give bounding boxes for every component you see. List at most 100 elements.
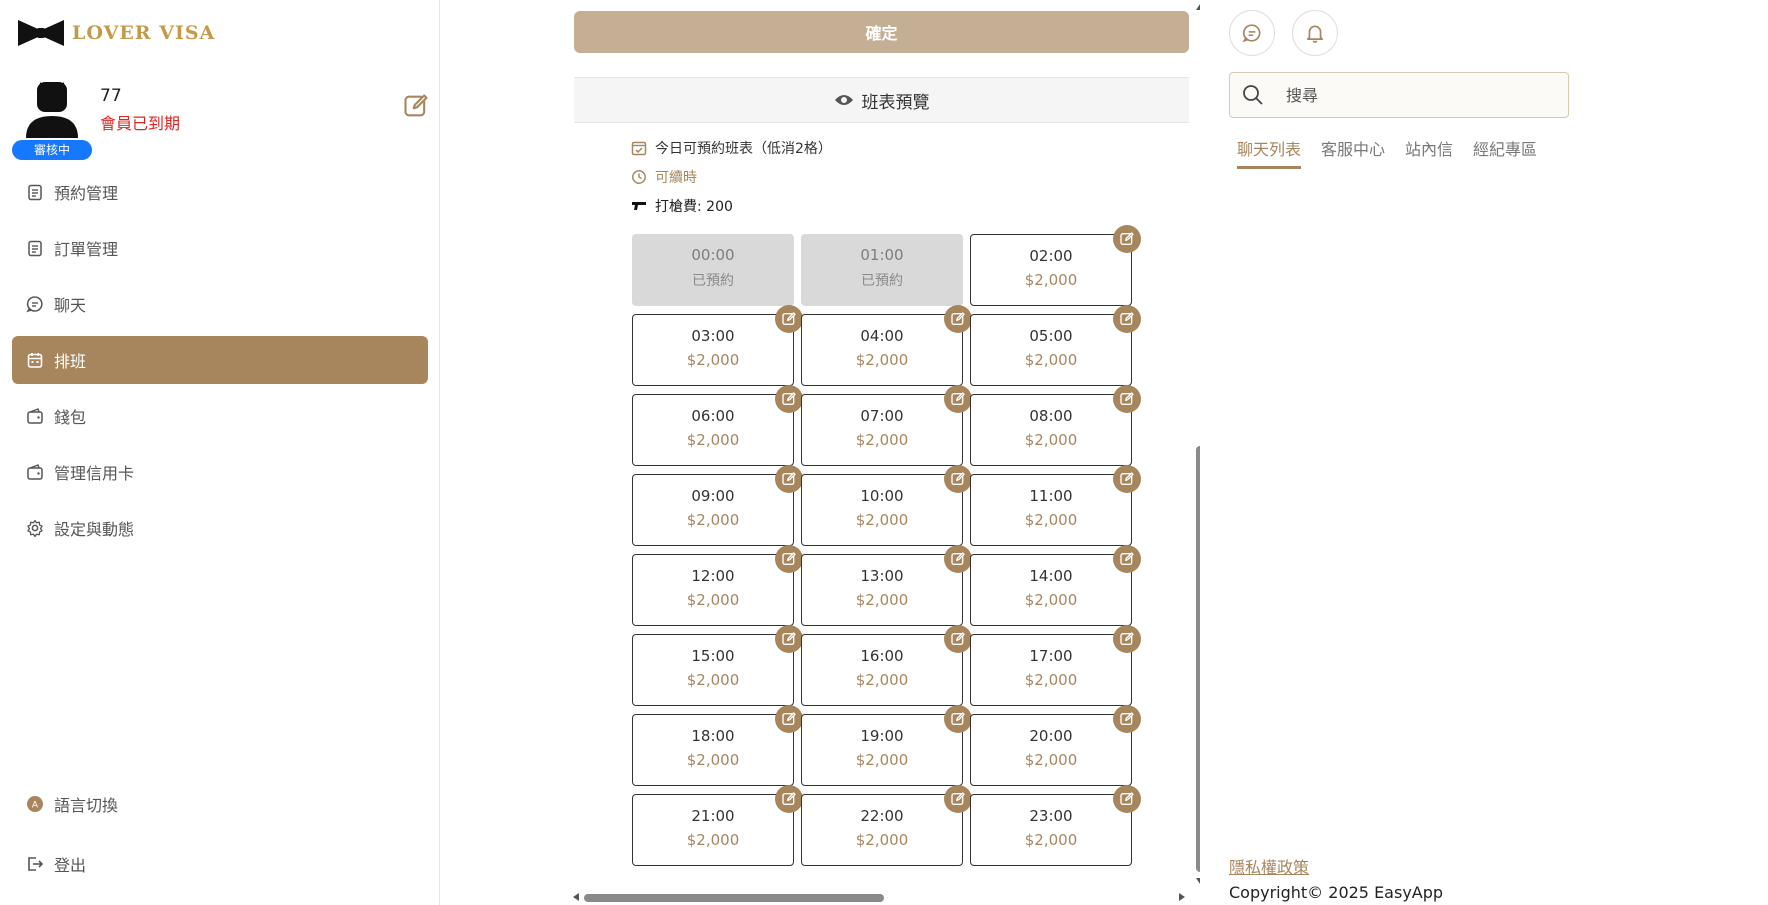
time-slot[interactable]: 13:00 $2,000 (801, 545, 972, 626)
scroll-down-arrow[interactable] (1193, 876, 1200, 886)
clipboard-icon (26, 239, 44, 257)
brand-logo[interactable]: LOVER VISA (18, 18, 215, 48)
sidebar-item-wallet[interactable]: 錢包 (12, 392, 428, 440)
vertical-scrollbar[interactable] (1193, 0, 1200, 890)
slot-time: 15:00 (691, 647, 735, 665)
edit-profile-icon[interactable] (402, 92, 430, 120)
edit-slot-button[interactable] (775, 305, 803, 333)
time-slot[interactable]: 04:00 $2,000 (801, 305, 972, 386)
slot-price: $2,000 (686, 751, 740, 769)
slot-time: 11:00 (1029, 487, 1073, 505)
edit-slot-button[interactable] (1113, 385, 1141, 413)
edit-slot-button[interactable] (1113, 305, 1141, 333)
edit-slot-button[interactable] (1113, 225, 1141, 253)
slot-price: $2,000 (1024, 271, 1078, 289)
edit-slot-button[interactable] (1113, 785, 1141, 813)
edit-slot-button[interactable] (944, 545, 972, 573)
time-slot[interactable]: 08:00 $2,000 (970, 385, 1141, 466)
avatar[interactable] (24, 80, 80, 138)
time-slot[interactable]: 22:00 $2,000 (801, 785, 972, 866)
edit-slot-button[interactable] (1113, 545, 1141, 573)
time-slot[interactable]: 14:00 $2,000 (970, 545, 1141, 626)
edit-slot-button[interactable] (775, 785, 803, 813)
time-slot[interactable]: 18:00 $2,000 (632, 705, 803, 786)
time-slot[interactable]: 23:00 $2,000 (970, 785, 1141, 866)
slot-price: $2,000 (1024, 671, 1078, 689)
review-status-badge: 審核中 (12, 140, 92, 160)
slot-price: $2,000 (855, 511, 909, 529)
edit-slot-button[interactable] (1113, 705, 1141, 733)
time-slot[interactable]: 19:00 $2,000 (801, 705, 972, 786)
confirm-button[interactable]: 確定 (574, 11, 1189, 53)
time-slot[interactable]: 20:00 $2,000 (970, 705, 1141, 786)
logout-container: 登出 (12, 840, 428, 896)
edit-slot-button[interactable] (944, 785, 972, 813)
edit-slot-button[interactable] (775, 545, 803, 573)
messages-button[interactable] (1229, 10, 1275, 56)
time-slot[interactable]: 17:00 $2,000 (970, 625, 1141, 706)
time-slot[interactable]: 05:00 $2,000 (970, 305, 1141, 386)
notifications-button[interactable] (1292, 10, 1338, 56)
time-slot-booked: 00:00 已預約 (632, 234, 794, 306)
sidebar-nav: 預約管理 訂單管理 聊天 排班 錢包 管理信用卡 設定與動態 (12, 168, 428, 560)
time-slot[interactable]: 03:00 $2,000 (632, 305, 803, 386)
language-switch[interactable]: A 語言切換 (12, 780, 428, 828)
logout-button[interactable]: 登出 (12, 840, 428, 888)
scroll-right-arrow[interactable] (1177, 890, 1187, 904)
horizontal-scrollbar-thumb[interactable] (584, 894, 884, 902)
sidebar-item-orders[interactable]: 訂單管理 (12, 224, 428, 272)
edit-slot-button[interactable] (944, 625, 972, 653)
vertical-scrollbar-thumb[interactable] (1196, 446, 1200, 872)
bell-icon (1306, 25, 1324, 43)
sidebar-item-credit-cards[interactable]: 管理信用卡 (12, 448, 428, 496)
scroll-up-arrow[interactable] (1193, 2, 1200, 12)
time-slot[interactable]: 15:00 $2,000 (632, 625, 803, 706)
search-input[interactable] (1284, 84, 1544, 106)
horizontal-scrollbar[interactable] (571, 890, 1191, 904)
sidebar-item-settings[interactable]: 設定與動態 (12, 504, 428, 552)
sidebar-item-label: 訂單管理 (54, 240, 119, 259)
edit-slot-button[interactable] (944, 385, 972, 413)
info-today: 今日可預約班表（低消2格） (631, 138, 832, 158)
sidebar-item-booking[interactable]: 預約管理 (12, 168, 428, 216)
edit-icon (951, 792, 965, 805)
slot-price: $2,000 (1024, 431, 1078, 449)
slot-price: $2,000 (855, 671, 909, 689)
sidebar-item-schedule[interactable]: 排班 (12, 336, 428, 384)
time-slot[interactable]: 11:00 $2,000 (970, 465, 1141, 546)
edit-slot-button[interactable] (775, 385, 803, 413)
edit-slot-button[interactable] (775, 705, 803, 733)
slot-time: 23:00 (1029, 807, 1073, 825)
edit-slot-button[interactable] (944, 305, 972, 333)
edit-slot-button[interactable] (944, 465, 972, 493)
time-slot[interactable]: 10:00 $2,000 (801, 465, 972, 546)
time-slot[interactable]: 16:00 $2,000 (801, 625, 972, 706)
tab-inbox[interactable]: 站內信 (1405, 136, 1453, 169)
time-slot[interactable]: 09:00 $2,000 (632, 465, 803, 546)
edit-icon (782, 312, 796, 325)
copyright-text: Copyright© 2025 EasyApp (1229, 883, 1444, 902)
tab-agent-zone[interactable]: 經紀專區 (1473, 136, 1537, 169)
sidebar-item-chat[interactable]: 聊天 (12, 280, 428, 328)
edit-slot-button[interactable] (775, 625, 803, 653)
slot-price: $2,000 (855, 431, 909, 449)
time-slot[interactable]: 07:00 $2,000 (801, 385, 972, 466)
member-status: 會員已到期 (100, 114, 181, 133)
schedule-preview-header[interactable]: 班表預覽 (574, 77, 1189, 123)
time-slot[interactable]: 06:00 $2,000 (632, 385, 803, 466)
time-slot[interactable]: 12:00 $2,000 (632, 545, 803, 626)
slot-time: 02:00 (1029, 247, 1073, 265)
time-slot[interactable]: 21:00 $2,000 (632, 785, 803, 866)
edit-slot-button[interactable] (944, 705, 972, 733)
time-slot[interactable]: 02:00 $2,000 (970, 225, 1141, 306)
tab-customer-service[interactable]: 客服中心 (1321, 136, 1385, 169)
right-panel-tabs: 聊天列表 客服中心 站內信 經紀專區 (1237, 136, 1557, 169)
slot-time: 16:00 (860, 647, 904, 665)
scroll-left-arrow[interactable] (571, 890, 581, 904)
edit-slot-button[interactable] (1113, 465, 1141, 493)
info-fee: 打槍費: 200 (631, 196, 733, 216)
tab-chat-list[interactable]: 聊天列表 (1237, 136, 1302, 169)
edit-slot-button[interactable] (775, 465, 803, 493)
privacy-policy-link[interactable]: 隱私權政策 (1229, 854, 1309, 878)
edit-slot-button[interactable] (1113, 625, 1141, 653)
